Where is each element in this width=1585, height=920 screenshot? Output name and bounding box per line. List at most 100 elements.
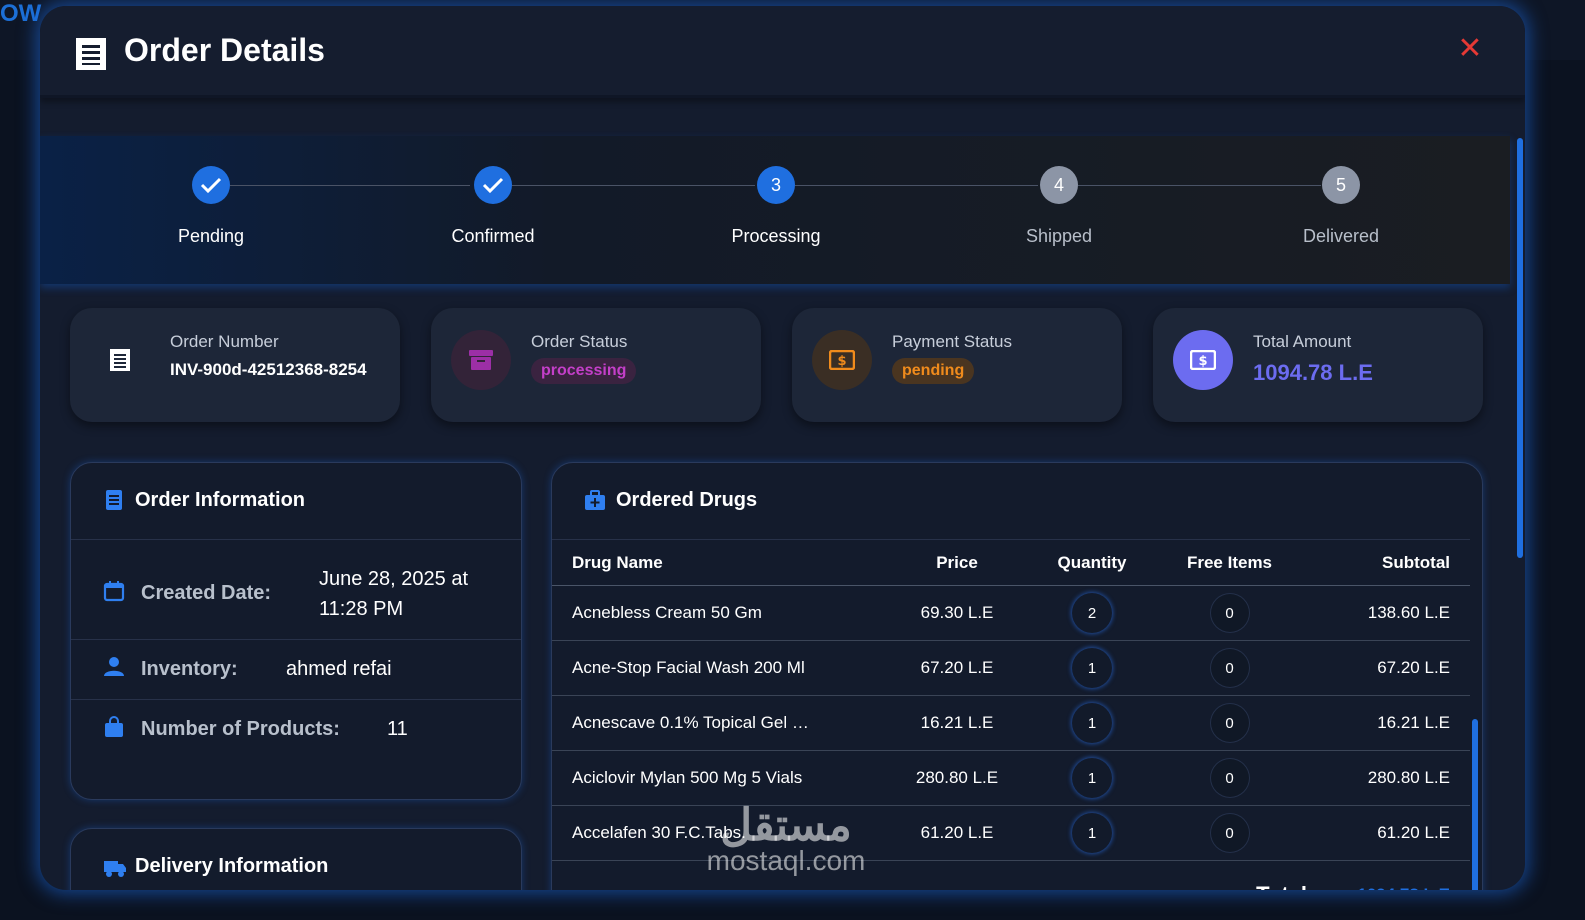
info-label: Inventory: (141, 658, 238, 680)
panel-title: Ordered Drugs (616, 489, 758, 511)
product-count-value: 11 (387, 718, 408, 740)
payment-status-card: $ Payment Status pending (792, 308, 1122, 422)
order-information-panel: Order Information Created Date: June 28,… (70, 462, 522, 800)
free-items-pill: 0 (1209, 813, 1250, 853)
user-icon (104, 657, 124, 676)
quantity-cell: 1 (1032, 750, 1152, 806)
created-date-value-line2: 11:28 PM (319, 598, 404, 620)
table-header-row: Drug Name Price Quantity Free Items Subt… (552, 539, 1470, 586)
quantity-pill: 1 (1072, 703, 1112, 743)
step-pending: Pending (131, 166, 291, 247)
created-date-row: Created Date: June 28, 2025 at 11:28 PM (71, 539, 521, 639)
drug-subtotal: 138.60 L.E (1307, 585, 1470, 641)
panel-title: Delivery Information (135, 855, 329, 877)
table-row: Aciclovir Mylan 500 Mg 5 Vials 280.80 L.… (552, 750, 1470, 806)
background-brand-text: OW (0, 0, 42, 27)
order-progress-stepper: Pending Confirmed 3 Processing 4 Shipped… (40, 136, 1510, 284)
quantity-pill: 1 (1072, 648, 1112, 688)
created-date-value-line1: June 28, 2025 at (319, 568, 469, 590)
step-label: Processing (731, 226, 821, 246)
card-label: Total Amount (1253, 332, 1352, 351)
step-number: 3 (757, 166, 795, 204)
inventory-row: Inventory: ahmed refai (71, 639, 521, 699)
quantity-pill: 1 (1072, 813, 1112, 853)
document-icon (106, 490, 122, 510)
table-row: Acne-Stop Facial Wash 200 Ml 67.20 L.E 1… (552, 640, 1470, 696)
free-items-pill: 0 (1209, 648, 1250, 688)
drug-price: 61.20 L.E (882, 805, 1032, 861)
truck-icon (104, 861, 126, 877)
panel-title: Order Information (135, 489, 306, 511)
info-label: Created Date: (141, 582, 272, 604)
svg-text:$: $ (1198, 354, 1207, 369)
modal-scrollbar[interactable] (1517, 138, 1523, 558)
drug-price: 67.20 L.E (882, 640, 1032, 696)
free-items-cell: 0 (1152, 585, 1307, 641)
watermark-logo: مستقل (720, 801, 852, 850)
drug-price: 16.21 L.E (882, 695, 1032, 751)
column-header: Free Items (1152, 539, 1307, 586)
free-items-pill: 0 (1209, 703, 1250, 743)
card-label: Order Status (531, 332, 628, 351)
drug-subtotal: 16.21 L.E (1307, 695, 1470, 751)
quantity-cell: 1 (1032, 640, 1152, 696)
column-header: Quantity (1032, 539, 1152, 586)
table-scrollbar[interactable] (1472, 719, 1478, 890)
quantity-cell: 1 (1032, 805, 1152, 861)
column-header: Drug Name (552, 539, 882, 586)
info-label: Number of Products: (141, 718, 340, 740)
drug-name: Acne-Stop Facial Wash 200 Ml (552, 640, 882, 696)
table-row: Acnebless Cream 50 Gm 69.30 L.E 2 0 138.… (552, 585, 1470, 641)
free-items-pill: 0 (1209, 593, 1250, 633)
total-amount-card: $ Total Amount 1094.78 L.E (1153, 308, 1483, 422)
step-confirmed: Confirmed (413, 166, 573, 247)
product-count-row: Number of Products: 11 (71, 699, 521, 799)
drug-name: Aciclovir Mylan 500 Mg 5 Vials (552, 750, 882, 806)
column-header: Price (882, 539, 1032, 586)
money-icon: $ (812, 330, 872, 390)
step-number: 5 (1322, 166, 1360, 204)
total-amount-value: 1094.78 L.E (1253, 360, 1373, 385)
drug-name: Acnescave 0.1% Topical Gel … (552, 695, 882, 751)
step-number: 4 (1040, 166, 1078, 204)
column-header: Subtotal (1307, 539, 1470, 586)
inventory-value: ahmed refai (286, 658, 392, 680)
order-number-card: Order Number INV-900d-42512368-8254 (70, 308, 400, 422)
step-label: Confirmed (451, 226, 535, 246)
card-label: Order Number (170, 332, 279, 351)
quantity-pill: 2 (1072, 593, 1112, 633)
checkmark-icon (474, 166, 512, 204)
watermark: مستقل mostaql.com (686, 800, 886, 877)
status-badge: processing (531, 358, 637, 384)
total-label: Total (1152, 861, 1307, 890)
drug-subtotal: 280.80 L.E (1307, 750, 1470, 806)
money-icon: $ (1173, 330, 1233, 390)
receipt-icon (76, 38, 106, 70)
quantity-pill: 1 (1072, 758, 1112, 798)
close-icon[interactable]: ✕ (1455, 34, 1485, 64)
drug-price: 280.80 L.E (882, 750, 1032, 806)
step-label: Shipped (1025, 226, 1093, 246)
card-label: Payment Status (892, 332, 1013, 351)
quantity-cell: 1 (1032, 695, 1152, 751)
step-label: Pending (177, 226, 245, 246)
medical-bag-icon (585, 490, 605, 510)
free-items-cell: 0 (1152, 695, 1307, 751)
order-details-modal: Order Details ✕ Pending Confirmed 3 Proc… (40, 6, 1525, 890)
drug-name: Acnebless Cream 50 Gm (552, 585, 882, 641)
order-number-value: INV-900d-42512368-8254 (170, 360, 367, 379)
checkmark-icon (192, 166, 230, 204)
drug-price: 69.30 L.E (882, 585, 1032, 641)
archive-box-icon (451, 330, 511, 390)
step-label: Delivered (1302, 226, 1380, 246)
free-items-pill: 0 (1209, 758, 1250, 798)
free-items-cell: 0 (1152, 640, 1307, 696)
step-delivered: 5 Delivered (1261, 166, 1421, 247)
modal-title: Order Details (124, 32, 325, 68)
order-status-card: Order Status processing (431, 308, 761, 422)
table-row: Acnescave 0.1% Topical Gel … 16.21 L.E 1… (552, 695, 1470, 751)
step-processing: 3 Processing (696, 166, 856, 247)
calendar-icon (103, 581, 125, 602)
quantity-cell: 2 (1032, 585, 1152, 641)
drug-subtotal: 61.20 L.E (1307, 805, 1470, 861)
